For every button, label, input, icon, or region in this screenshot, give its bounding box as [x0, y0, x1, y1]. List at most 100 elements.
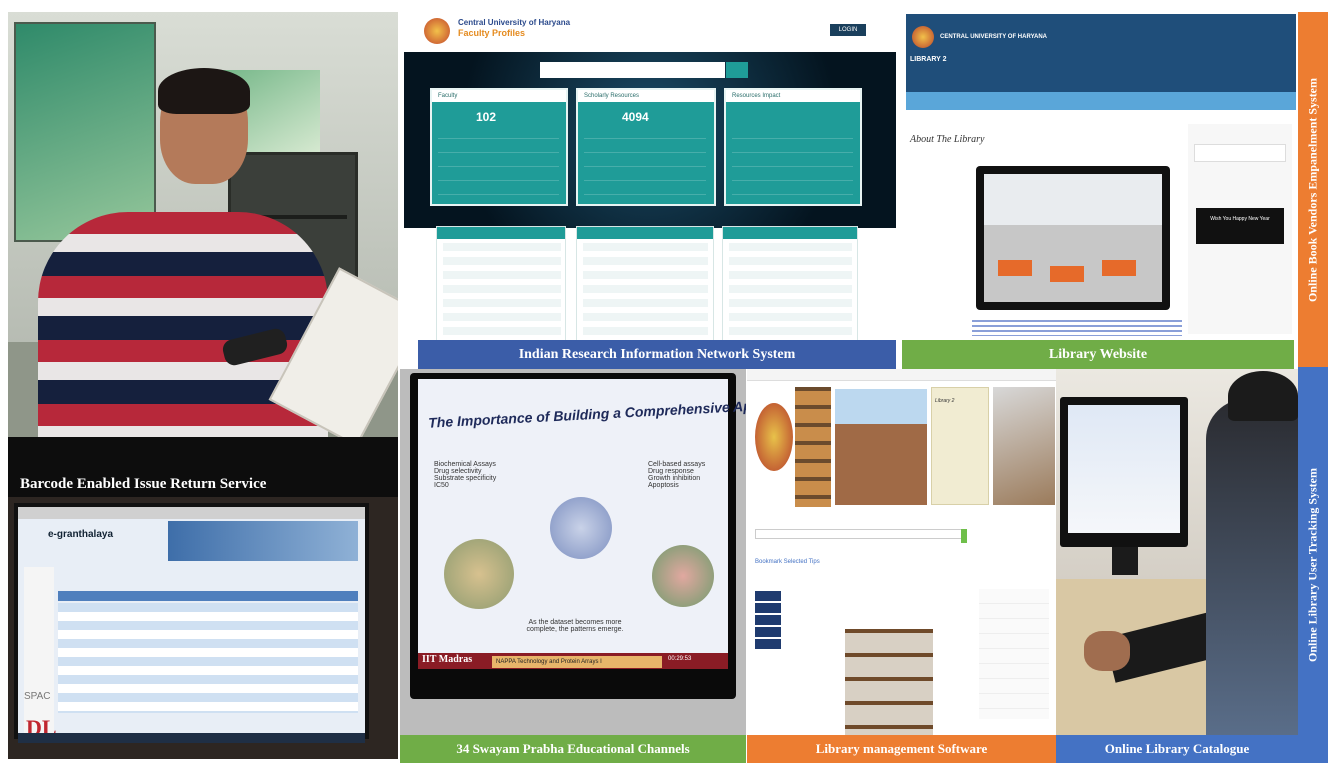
card-header: Faculty	[432, 90, 566, 102]
search-icon	[726, 62, 748, 78]
right-text-block: Cell-based assays Drug response Growth i…	[648, 461, 705, 489]
program-ticker: NAPPA Technology and Protein Arrays I	[492, 656, 662, 668]
lms-label: Library management Software	[747, 735, 1056, 763]
card-rows	[732, 138, 853, 202]
left-logo-column	[24, 567, 54, 737]
spac-logo: SPAC	[24, 691, 51, 702]
lms-top-bar	[747, 369, 1056, 381]
list-rows	[729, 243, 853, 339]
channel-name: IIT Madras	[422, 654, 473, 665]
left-dot-plot	[444, 539, 514, 609]
list-rows	[443, 243, 561, 339]
library-website-header	[906, 14, 1296, 92]
card-value: 4094	[622, 110, 649, 124]
list-header	[577, 227, 713, 239]
opac-label: Online Library Catalogue	[1056, 735, 1298, 763]
egranthalaya-laptop-photo: e-granthalaya SPAC DL	[8, 497, 398, 759]
browser-bar	[18, 507, 365, 519]
tracking-system-label: Online Library User Tracking System	[1305, 467, 1320, 663]
left-text-line: IC50	[434, 482, 449, 489]
egranthalaya-logo-text: e-granthalaya	[48, 529, 114, 540]
wall-poster	[14, 22, 156, 242]
irins-login-button: LOGIN	[830, 24, 866, 36]
left-text-line: Substrate specificity	[434, 475, 497, 482]
card-header: Resources Impact	[726, 90, 860, 102]
slide-tagline: As the dataset becomes more complete, th…	[526, 619, 624, 633]
list-header	[723, 227, 857, 239]
desk	[998, 260, 1032, 276]
scroll-banner-text: Library 2	[935, 398, 955, 404]
tracking-system-label-bar: Online Library User Tracking System	[1298, 367, 1328, 763]
card-value: 102	[476, 110, 497, 124]
university-emblem-icon	[424, 18, 450, 44]
swayam-prabha-photo: The Importance of Building a Comprehensi…	[400, 369, 746, 763]
vendors-system-label: Online Book Vendors Empanelment System	[1305, 77, 1320, 302]
left-text-line: Biochemical Assays	[434, 461, 496, 468]
computer-lab-photo	[984, 174, 1162, 302]
irins-screenshot: Central University of Haryana Faculty Pr…	[400, 12, 900, 369]
swayam-prabha-label: 34 Swayam Prabha Educational Channels	[400, 735, 746, 763]
library-website-university: CENTRAL UNIVERSITY OF HARYANA	[940, 34, 1048, 40]
irins-university-name: Central University of Haryana	[458, 18, 571, 27]
lms-search-input	[755, 529, 965, 539]
desk	[1102, 260, 1136, 276]
center-dot-plot	[550, 497, 612, 559]
irins-article-list	[722, 226, 858, 344]
university-building-image	[835, 389, 927, 505]
laptop-screen: e-granthalaya SPAC DL	[14, 503, 369, 743]
vendors-system-label-bar: Online Book Vendors Empanelment System	[1298, 12, 1328, 367]
irins-faculty-profile-list	[576, 226, 714, 344]
lms-right-column	[979, 589, 1049, 719]
right-dot-plot	[652, 545, 714, 607]
card-header: Scholarly Resources	[578, 90, 714, 102]
right-text-line: Cell-based assays	[648, 461, 706, 468]
library-website-title: LIBRARY 2	[910, 56, 947, 63]
irins-card-faculty: Faculty 102	[430, 88, 568, 206]
irins-department-list	[436, 226, 566, 344]
university-emblem-icon	[912, 26, 934, 48]
library-website-nav	[906, 92, 1296, 110]
broadcast-clock: 00:29:53	[668, 656, 692, 662]
list-rows	[583, 243, 709, 339]
library-website-screenshot: CENTRAL UNIVERSITY OF HARYANA LIBRARY 2 …	[902, 12, 1296, 369]
irins-portal-name: Faculty Profiles	[458, 28, 526, 38]
left-text-block: Biochemical Assays Drug selectivity Subs…	[434, 461, 496, 489]
person-cap	[1228, 371, 1298, 421]
right-text-line: Growth inhibition	[648, 475, 701, 482]
irins-card-resources: Scholarly Resources 4094	[576, 88, 716, 206]
card-rows	[584, 138, 707, 202]
lms-bookmark-link: Bookmark Selected Tips	[755, 559, 820, 565]
book-display-image	[845, 629, 933, 737]
bookshelf-image	[795, 387, 831, 507]
about-library-heading: About The Library	[910, 134, 985, 145]
desk	[1050, 266, 1084, 282]
library-hall-image	[993, 387, 1055, 505]
circulation-form	[58, 603, 358, 713]
new-year-notice: Wish You Happy New Year	[1196, 208, 1284, 244]
lms-screenshot: Library 2 Bookmark Selected Tips Library…	[747, 369, 1056, 763]
irins-label: Indian Research Information Network Syst…	[418, 340, 896, 369]
left-text-line: Drug selectivity	[434, 468, 482, 475]
university-seal-icon	[755, 403, 793, 471]
egranthalaya-banner	[168, 521, 358, 561]
opac-screen	[1068, 405, 1180, 533]
person-hair	[158, 68, 250, 114]
irins-search-input	[540, 62, 725, 78]
library-website-label: Library Website	[902, 340, 1294, 369]
sidebar-search-input	[1194, 144, 1286, 162]
person-torso	[38, 212, 328, 452]
right-text-line: Drug response	[648, 468, 694, 475]
person-hand	[1084, 631, 1130, 671]
barcode-service-photo: Barcode Enabled Issue Return Service	[8, 12, 398, 497]
right-text-line: Apoptosis	[648, 482, 679, 489]
list-header	[437, 227, 565, 239]
monitor-stand	[1112, 547, 1138, 575]
os-taskbar	[18, 733, 365, 743]
module-tab-bar	[58, 591, 358, 601]
irins-card-impact: Resources Impact	[724, 88, 862, 206]
opac-photo: Online Library Catalogue	[1056, 369, 1298, 763]
barcode-service-label: Barcode Enabled Issue Return Service	[20, 476, 267, 492]
lms-search-button	[961, 529, 967, 543]
person-using-catalogue	[1206, 399, 1298, 739]
library-photo-caption	[972, 320, 1182, 336]
